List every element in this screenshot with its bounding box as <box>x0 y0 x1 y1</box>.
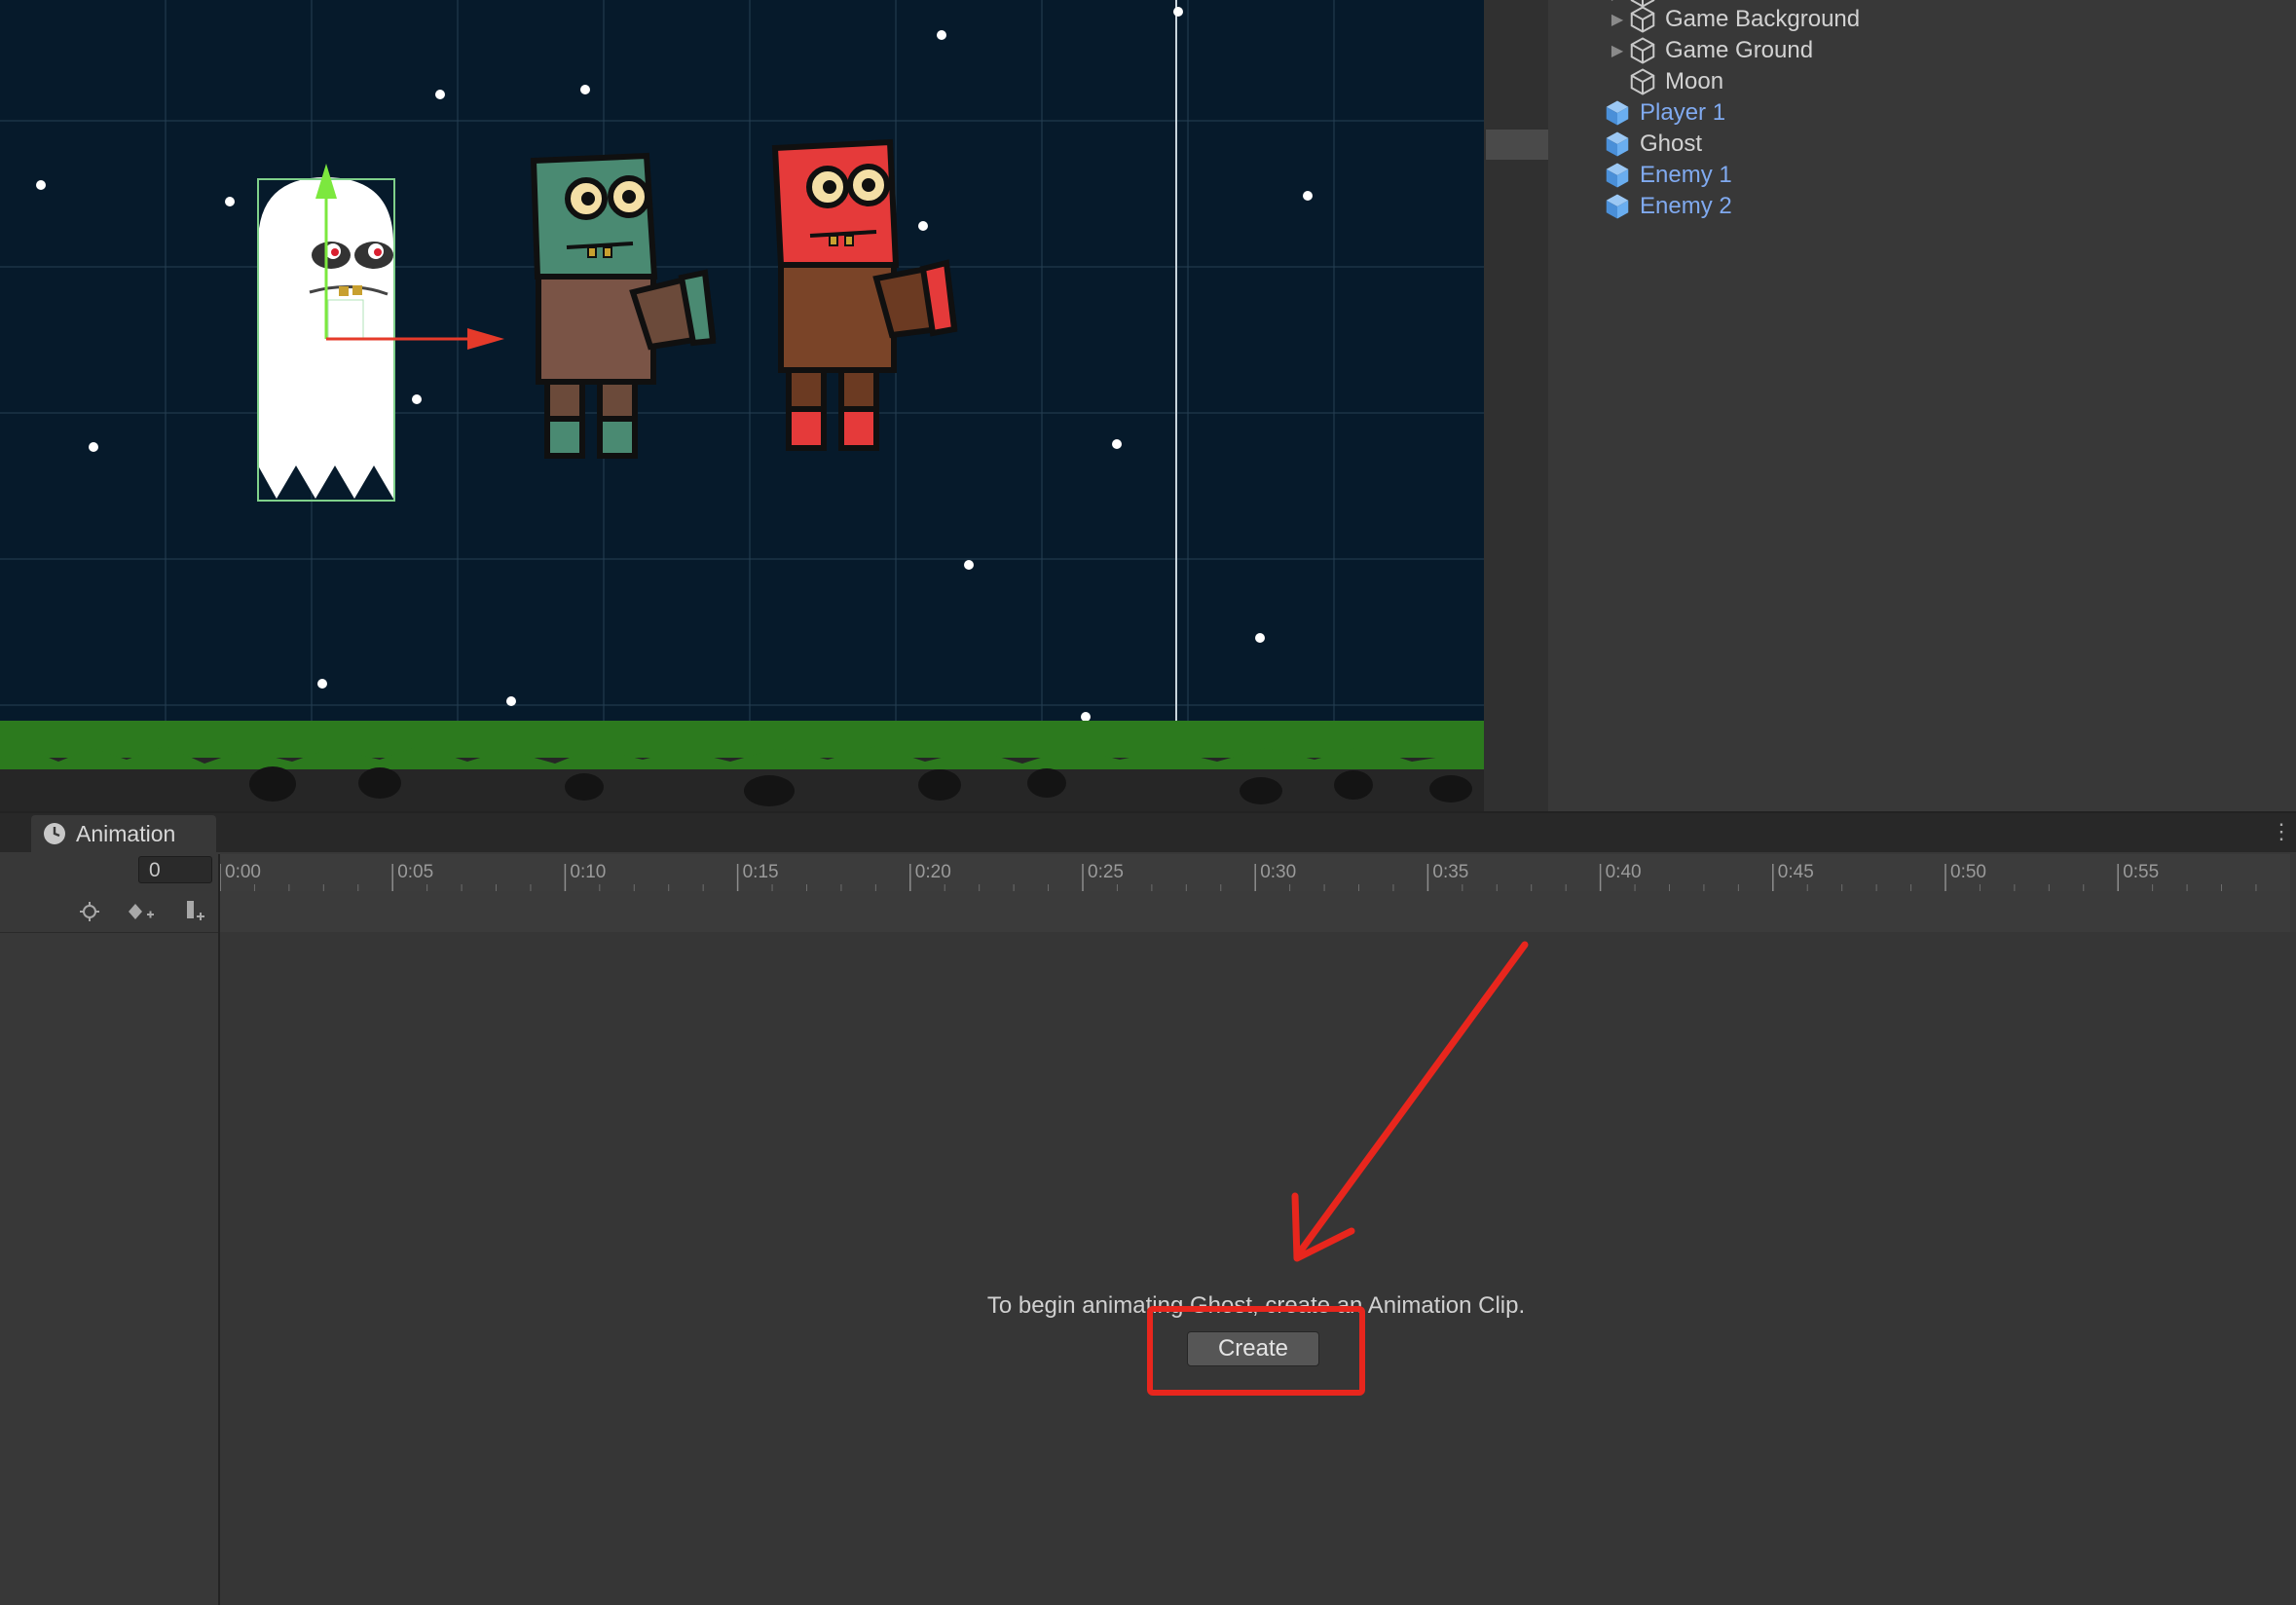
timeline-label: 0:40 <box>1606 862 1642 882</box>
hierarchy-item-label: Game Ground <box>1665 37 1814 63</box>
stars <box>36 7 1313 722</box>
preview-toggle-icon[interactable] <box>70 897 109 926</box>
timeline-label: 0:45 <box>1778 862 1814 882</box>
prefab-cube-icon <box>1606 100 1629 126</box>
scene-canvas <box>0 0 1484 811</box>
add-event-icon[interactable] <box>173 897 212 926</box>
hierarchy-gutter <box>1484 0 1548 811</box>
prefab-cube-icon <box>1606 163 1629 188</box>
hierarchy-item-enemy-1[interactable]: Enemy 1 <box>1603 160 1732 191</box>
game-ground <box>0 721 1484 811</box>
timeline-label: 0:35 <box>1432 862 1468 882</box>
timeline-ticks: 0:00 0:05 0:10 0:15 0:20 0:25 0:30 0:35 0:40 0:45… <box>220 862 2257 891</box>
gameobject-icon <box>1630 37 1655 64</box>
tab-animation-label: Animation <box>76 820 176 846</box>
frame-number-input[interactable]: 0 <box>138 856 212 883</box>
scene-view[interactable] <box>0 0 1484 811</box>
timeline-label: 0:55 <box>2123 862 2159 882</box>
timeline-label: 0:00 <box>225 862 261 882</box>
hierarchy-item-label: Enemy 1 <box>1640 162 1732 188</box>
timeline-label: 0:15 <box>743 862 779 882</box>
gameobject-icon <box>1630 68 1655 95</box>
prefab-cube-icon <box>1606 131 1629 157</box>
animation-toolbar <box>0 891 220 933</box>
hierarchy-item-label: Ghost <box>1640 131 1703 157</box>
hierarchy-item-game-background[interactable]: ▶ Game Background <box>1607 4 1860 35</box>
hierarchy-item-moon[interactable]: Moon <box>1607 66 1723 97</box>
timeline-label: 0:25 <box>1088 862 1124 882</box>
timeline-label: 0:50 <box>1950 862 1986 882</box>
animation-tab-bar: Animation ⋮ <box>0 813 2296 852</box>
hierarchy-item-label: Moon <box>1665 68 1724 94</box>
timeline-label: 0:10 <box>570 862 606 882</box>
enemy-1-sprite <box>530 152 717 459</box>
expand-arrow-icon[interactable]: ▶ <box>1607 10 1628 29</box>
enemy-2-sprite <box>771 138 958 451</box>
dopesheet-area <box>220 932 2296 1605</box>
annotation-highlight-box <box>1147 1306 1365 1396</box>
hierarchy-item-label: Enemy 2 <box>1640 193 1732 219</box>
timeline-label: 0:20 <box>915 862 951 882</box>
window-menu-icon[interactable]: ⋮ <box>2271 819 2292 844</box>
hierarchy-item-label: Player 1 <box>1640 99 1726 126</box>
clock-icon <box>44 823 65 844</box>
timeline-label: 0:30 <box>1260 862 1296 882</box>
hierarchy-item-player-1[interactable]: Player 1 <box>1603 97 1725 129</box>
add-keyframe-icon[interactable] <box>121 897 160 926</box>
expand-arrow-icon[interactable]: ▶ <box>1607 41 1628 60</box>
event-row <box>220 891 2290 933</box>
hierarchy-item-label: Game Background <box>1665 6 1861 32</box>
hierarchy-item-ghost[interactable]: Ghost <box>1603 129 1702 160</box>
hierarchy-item-enemy-2[interactable]: Enemy 2 <box>1603 191 1732 222</box>
animation-window: Animation ⋮ 0 0:00 0:05 0:10 0:15 0:20 0:25 0:… <box>0 811 2296 1605</box>
gameobject-icon <box>1630 6 1655 33</box>
timeline-ruler[interactable]: 0:00 0:05 0:10 0:15 0:20 0:25 0:30 0:35 0:40 0:45… <box>220 854 2290 892</box>
timeline-label: 0:05 <box>397 862 433 882</box>
prefab-cube-icon <box>1606 194 1629 219</box>
scene-grid <box>0 0 1484 811</box>
tab-animation[interactable]: Animation <box>31 815 216 852</box>
hierarchy-panel: ▶ ▶ Game Background ▶ Game Ground Moon P… <box>1548 0 2296 811</box>
hierarchy-item-game-ground[interactable]: ▶ Game Ground <box>1607 35 1813 66</box>
